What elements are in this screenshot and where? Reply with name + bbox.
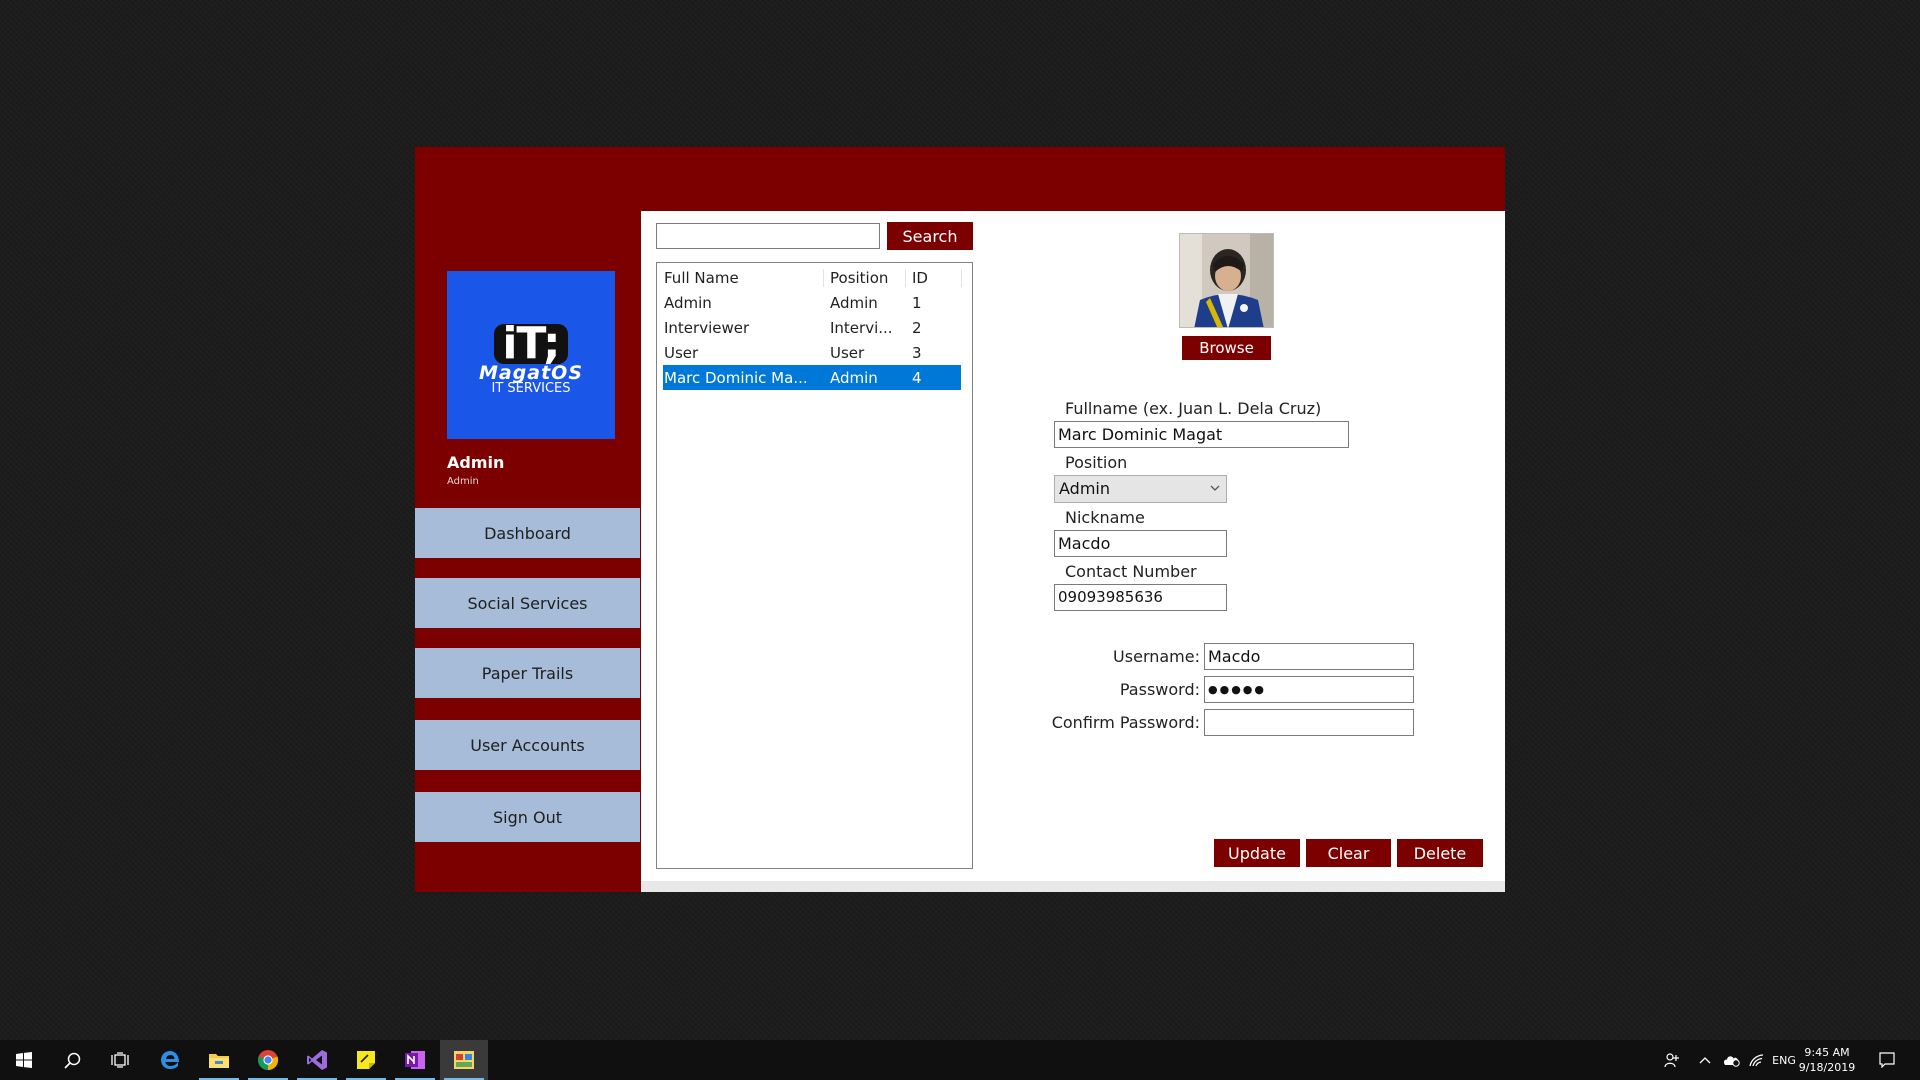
nav-sign-out-button[interactable]: Sign Out <box>415 792 640 842</box>
start-icon[interactable] <box>0 1040 48 1080</box>
clock-time: 9:45 AM <box>1804 1046 1850 1059</box>
list-header: Full Name Position ID <box>663 265 966 290</box>
fullname-field[interactable]: Marc Dominic Magat <box>1054 421 1349 448</box>
nav-paper-trails-button[interactable]: Paper Trails <box>415 648 640 698</box>
profile-photo-image <box>1180 234 1273 327</box>
list-item-id: 2 <box>912 318 922 337</box>
logo-mark: iT; <box>494 322 568 366</box>
chrome-icon[interactable] <box>244 1040 292 1080</box>
current-user-role: Admin <box>447 476 479 487</box>
search-input[interactable] <box>656 223 880 249</box>
logo-subtitle: IT SERVICES <box>491 381 571 396</box>
sidebar: iT; MagatOS IT SERVICES Admin Admin Dash… <box>415 147 640 892</box>
list-item-position: Admin <box>830 368 878 387</box>
list-item-id: 3 <box>912 343 922 362</box>
nickname-field[interactable]: Macdo <box>1054 530 1227 557</box>
delete-button[interactable]: Delete <box>1397 839 1483 867</box>
list-item-selected[interactable]: Marc Dominic Ma... Admin 4 <box>663 365 961 390</box>
browse-photo-button[interactable]: Browse <box>1182 336 1271 360</box>
list-item-name: Admin <box>664 293 712 312</box>
list-item-position: Intervi... <box>830 318 893 337</box>
nav-social-services-button[interactable]: Social Services <box>415 578 640 628</box>
sticky-notes-icon[interactable] <box>342 1040 390 1080</box>
list-item-name: Interviewer <box>664 318 750 337</box>
onedrive-sync-icon[interactable] <box>1718 1040 1744 1080</box>
position-dropdown[interactable]: Admin <box>1054 475 1227 503</box>
nav-dashboard-button[interactable]: Dashboard <box>415 508 640 558</box>
edge-icon[interactable] <box>146 1040 194 1080</box>
confirm-password-label: Confirm Password: <box>1051 713 1200 732</box>
list-item-name: User <box>664 343 699 362</box>
taskbar: ENG 9:45 AM 9/18/2019 <box>0 1040 1920 1080</box>
search-button[interactable]: Search <box>887 222 973 250</box>
panel-footer-strip <box>641 881 1505 892</box>
update-button[interactable]: Update <box>1214 839 1300 867</box>
position-dropdown-value: Admin <box>1059 479 1110 498</box>
username-field[interactable]: Macdo <box>1204 643 1414 670</box>
list-item-name: Marc Dominic Ma... <box>664 368 808 387</box>
clear-button[interactable]: Clear <box>1306 839 1391 867</box>
list-item-position: User <box>830 343 865 362</box>
list-item-position: Admin <box>830 293 878 312</box>
column-header-position[interactable]: Position <box>824 268 906 287</box>
confirm-password-field[interactable] <box>1204 709 1414 736</box>
list-item-id: 1 <box>912 293 922 312</box>
app-window-icon[interactable] <box>440 1040 488 1080</box>
password-label: Password: <box>1119 680 1200 699</box>
app-window: iT; MagatOS IT SERVICES Admin Admin Dash… <box>415 147 1505 892</box>
position-label: Position <box>1065 453 1128 472</box>
contact-number-label: Contact Number <box>1065 562 1197 581</box>
app-logo: iT; MagatOS IT SERVICES <box>447 271 615 439</box>
visual-studio-icon[interactable] <box>293 1040 341 1080</box>
people-icon[interactable] <box>1660 1040 1684 1080</box>
onenote-icon[interactable] <box>391 1040 439 1080</box>
column-header-full-name[interactable]: Full Name <box>664 268 824 287</box>
password-field[interactable]: ●●●●● <box>1204 676 1414 703</box>
nav-user-accounts-button[interactable]: User Accounts <box>415 720 640 770</box>
system-clock[interactable]: 9:45 AM 9/18/2019 <box>1792 1045 1862 1075</box>
user-accounts-panel: Search Full Name Position ID Admin Admin… <box>641 211 1505 892</box>
list-item[interactable]: User User 3 <box>663 340 966 365</box>
profile-photo <box>1179 233 1274 328</box>
nickname-label: Nickname <box>1065 508 1145 527</box>
clock-date: 9/18/2019 <box>1798 1061 1856 1074</box>
task-view-icon[interactable] <box>96 1040 144 1080</box>
fullname-label: Fullname (ex. Juan L. Dela Cruz) <box>1065 399 1322 418</box>
list-item[interactable]: Admin Admin 1 <box>663 290 966 315</box>
accounts-listview[interactable]: Full Name Position ID Admin Admin 1 Inte… <box>656 262 973 869</box>
action-center-icon[interactable] <box>1870 1040 1904 1080</box>
wifi-icon[interactable] <box>1746 1040 1768 1080</box>
contact-number-field[interactable]: 09093985636 <box>1054 584 1227 611</box>
username-label: Username: <box>1113 647 1200 666</box>
chevron-down-icon <box>1210 485 1220 491</box>
search-icon[interactable] <box>48 1040 96 1080</box>
current-user-name: Admin <box>447 453 505 472</box>
list-item-id: 4 <box>912 368 922 387</box>
list-item[interactable]: Interviewer Intervi... 2 <box>663 315 966 340</box>
chevron-up-icon[interactable] <box>1695 1040 1715 1080</box>
logo-name: MagatOS <box>478 362 584 384</box>
file-explorer-icon[interactable] <box>195 1040 243 1080</box>
column-header-id[interactable]: ID <box>906 268 962 287</box>
